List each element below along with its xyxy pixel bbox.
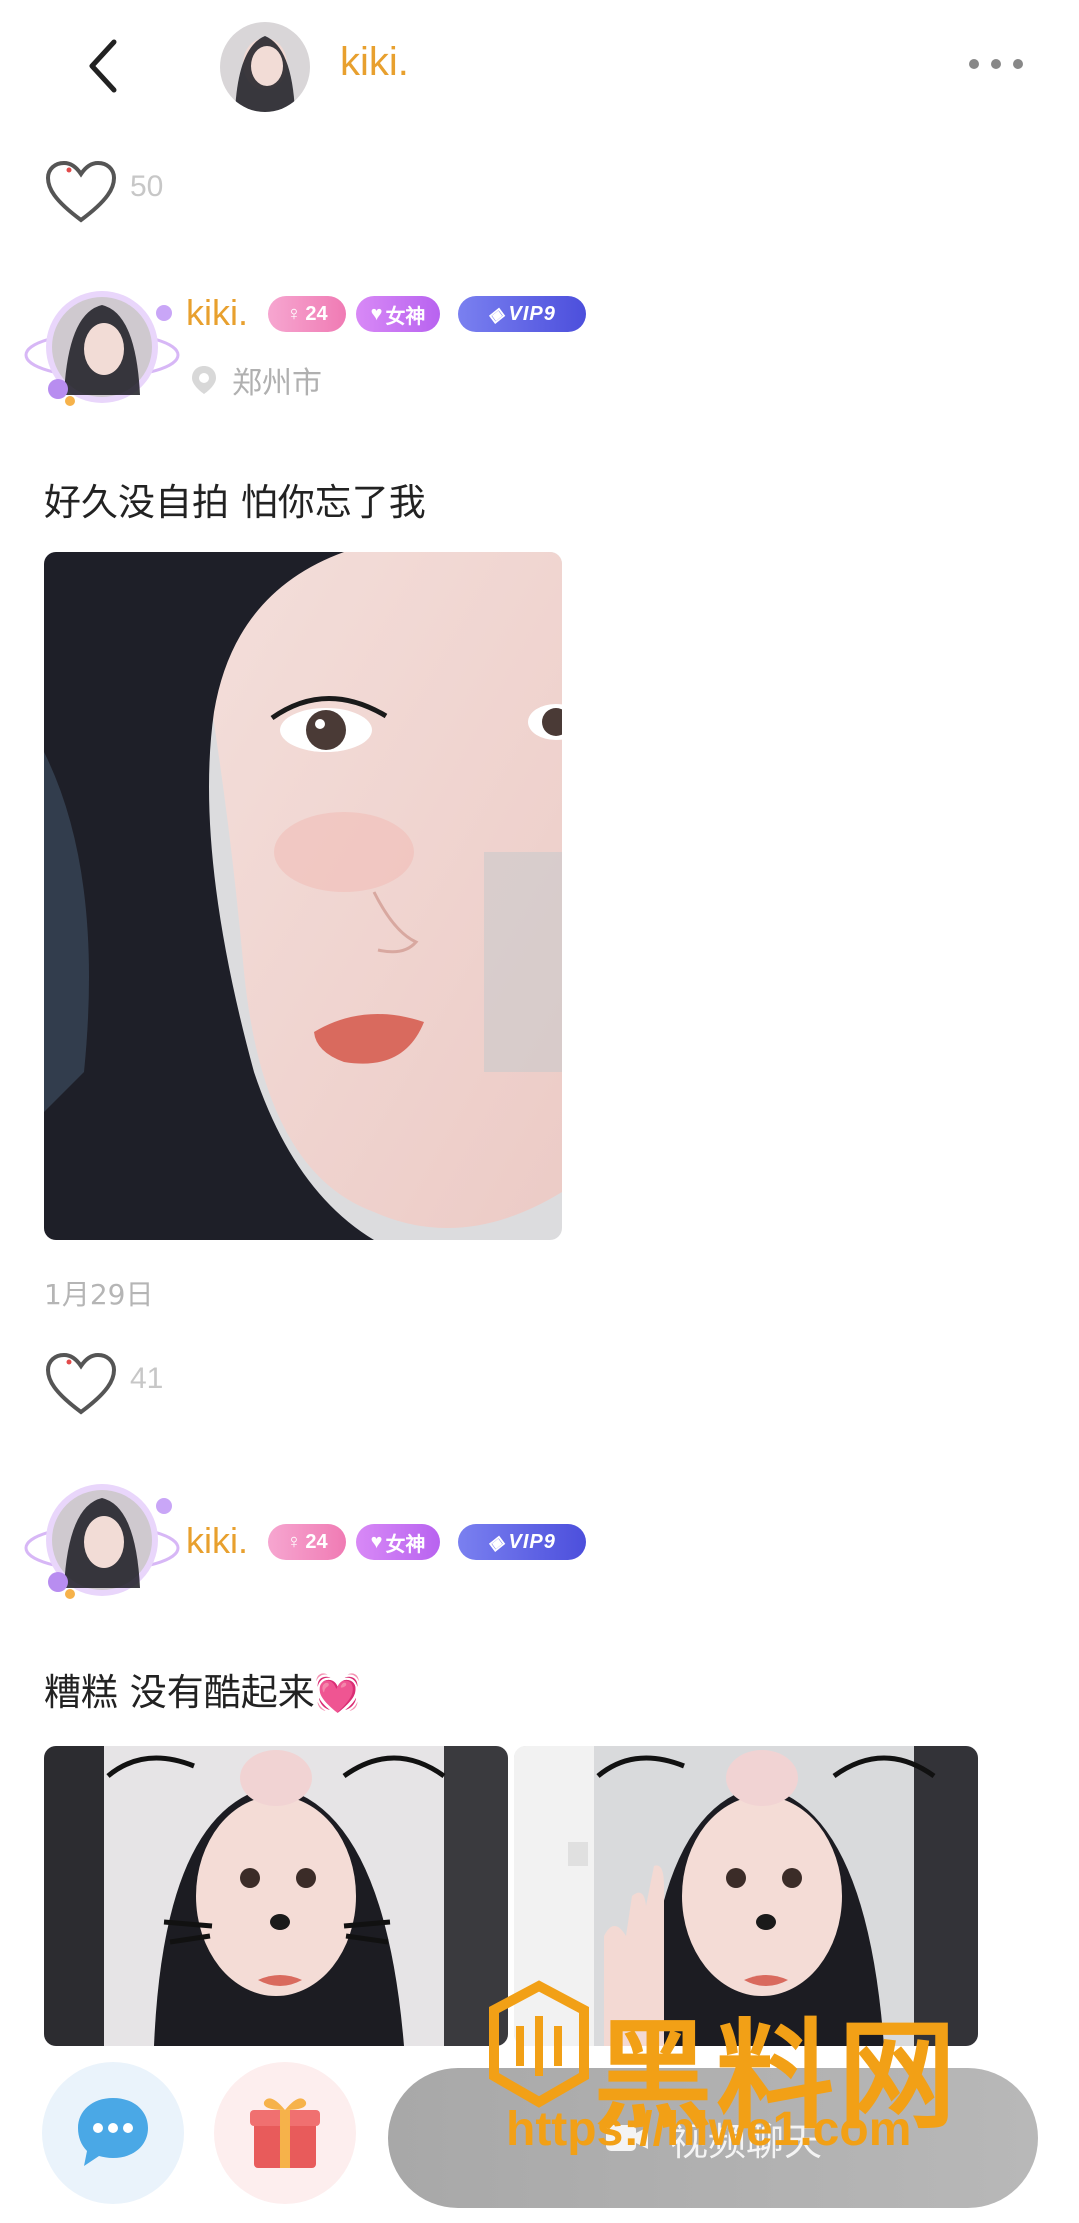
vip-badge-label: VIP9: [508, 1530, 556, 1553]
post-author-name[interactable]: kiki.: [186, 292, 248, 334]
moments-page: kiki. 50 kiki. ♀ 24 ♥ 女神 ◈ VIP9 郑州市 好久没自…: [0, 0, 1079, 2223]
diamond-shield-icon: ◈: [488, 1531, 505, 1554]
goddess-badge-label: 女神: [385, 1533, 426, 1556]
watermark-logo-icon: [489, 1980, 589, 2108]
age-badge-label: 24: [305, 302, 328, 325]
gift-button[interactable]: [214, 2062, 356, 2204]
post-location: 郑州市: [190, 360, 322, 401]
location-pin-icon: [192, 366, 216, 394]
goddess-badge: ♥ 女神: [356, 296, 440, 332]
watermark-url: https://hlwe1.com: [506, 2103, 912, 2156]
goddess-badge-label: 女神: [385, 305, 426, 328]
female-icon: ♀: [286, 1530, 302, 1553]
gift-icon: [250, 2098, 320, 2168]
vip-badge: ◈ VIP9: [458, 296, 586, 332]
heart-badge-icon: ♥: [370, 302, 383, 325]
post-photo[interactable]: [44, 1746, 508, 2046]
heart-icon: [45, 1352, 117, 1415]
post-text: 糟糕 没有酷起来💓: [44, 1671, 361, 1714]
back-button[interactable]: [78, 36, 128, 96]
age-badge: ♀ 24: [268, 296, 346, 332]
like-button[interactable]: 50: [44, 160, 244, 230]
header-avatar[interactable]: [220, 22, 310, 112]
post-author-avatar[interactable]: [22, 1478, 182, 1608]
location-text: 郑州市: [232, 366, 322, 401]
post-author-name[interactable]: kiki.: [186, 1520, 248, 1562]
heart-badge-icon: ♥: [370, 1530, 383, 1553]
post-date: 1月29日: [44, 1278, 154, 1311]
vip-badge-label: VIP9: [508, 302, 556, 325]
post-text: 好久没自拍 怕你忘了我: [44, 481, 426, 524]
age-badge-label: 24: [305, 1530, 328, 1553]
age-badge: ♀ 24: [268, 1524, 346, 1560]
vip-badge: ◈ VIP9: [458, 1524, 586, 1560]
female-icon: ♀: [286, 302, 302, 325]
chevron-left-icon: [89, 39, 117, 93]
like-button[interactable]: 41: [44, 1352, 244, 1422]
header-title[interactable]: kiki.: [340, 40, 409, 85]
diamond-shield-icon: ◈: [488, 303, 505, 326]
like-count: 50: [130, 170, 164, 203]
heart-icon: [45, 160, 117, 223]
chat-button[interactable]: [42, 2062, 184, 2204]
post-author-avatar[interactable]: [22, 285, 182, 415]
like-count: 41: [130, 1362, 164, 1395]
watermark: 黑料网 https://hlwe1.com: [484, 1980, 1004, 2160]
goddess-badge: ♥ 女神: [356, 1524, 440, 1560]
post-photo[interactable]: [44, 552, 562, 1240]
more-options-button[interactable]: [968, 50, 1024, 78]
more-dots-icon: [969, 59, 1023, 69]
chat-bubble-icon: [78, 2098, 148, 2166]
